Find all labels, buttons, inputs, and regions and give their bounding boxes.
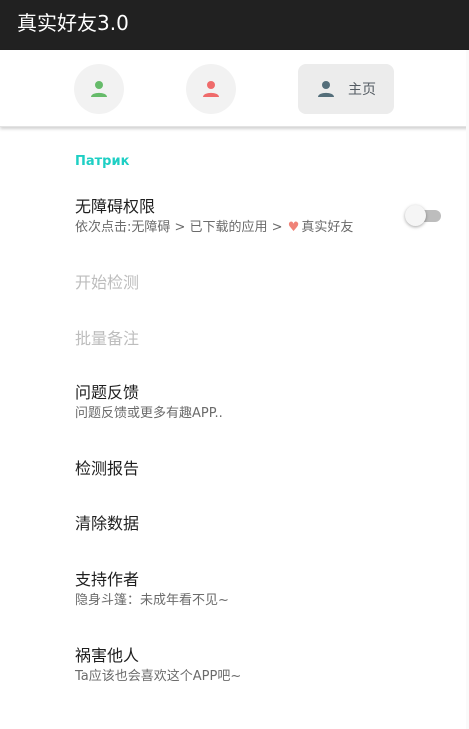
item-title: 问题反馈	[75, 383, 140, 402]
item-subtitle: 依次点击:无障碍 > 已下载的应用 > ♥ 真实好友	[75, 219, 445, 237]
subtitle-text: 依次点击:无障碍 > 已下载的应用 >	[75, 220, 287, 235]
accessibility-toggle[interactable]	[405, 204, 441, 228]
item-subtitle: Ta应该也会喜欢这个APP吧~	[75, 669, 242, 684]
item-subtitle: 问题反馈或更多有趣APP..	[75, 406, 223, 421]
section-header: Патрик	[75, 154, 130, 169]
start-detection-item[interactable]: 开始检测	[75, 272, 445, 294]
item-title: 开始检测	[75, 273, 140, 292]
clear-data-item[interactable]: 清除数据	[75, 513, 445, 535]
person-icon	[203, 81, 219, 97]
person-icon	[318, 81, 334, 97]
tab-red-profile[interactable]	[186, 64, 236, 114]
person-icon	[91, 81, 107, 97]
toggle-thumb	[405, 205, 426, 226]
detection-report-item[interactable]: 检测报告	[75, 458, 445, 480]
item-title: 清除数据	[75, 514, 140, 533]
item-title: 祸害他人	[75, 646, 140, 665]
app-title: 真实好友3.0	[17, 11, 129, 35]
item-title: 无障碍权限	[75, 197, 156, 216]
app-title-bar: 真实好友3.0	[0, 0, 469, 50]
item-title: 支持作者	[75, 570, 140, 589]
item-subtitle: 隐身斗篷：未成年看不见~	[75, 593, 229, 608]
feedback-item[interactable]: 问题反馈 问题反馈或更多有趣APP..	[75, 382, 445, 423]
item-title: 检测报告	[75, 459, 140, 478]
support-author-item[interactable]: 支持作者 隐身斗篷：未成年看不见~	[75, 569, 445, 610]
batch-remark-item[interactable]: 批量备注	[75, 328, 445, 350]
tab-home[interactable]: 主页	[298, 64, 394, 114]
heart-icon: ♥	[287, 220, 300, 235]
accessibility-permission-item[interactable]: 无障碍权限 依次点击:无障碍 > 已下载的应用 > ♥ 真实好友	[75, 196, 445, 237]
tab-home-label: 主页	[348, 82, 376, 98]
share-app-item[interactable]: 祸害他人 Ta应该也会喜欢这个APP吧~	[75, 645, 445, 686]
subtitle-app-name: 真实好友	[301, 220, 354, 235]
item-title: 批量备注	[75, 329, 140, 348]
tab-green-profile[interactable]	[74, 64, 124, 114]
tab-bar: 主页	[0, 50, 469, 127]
